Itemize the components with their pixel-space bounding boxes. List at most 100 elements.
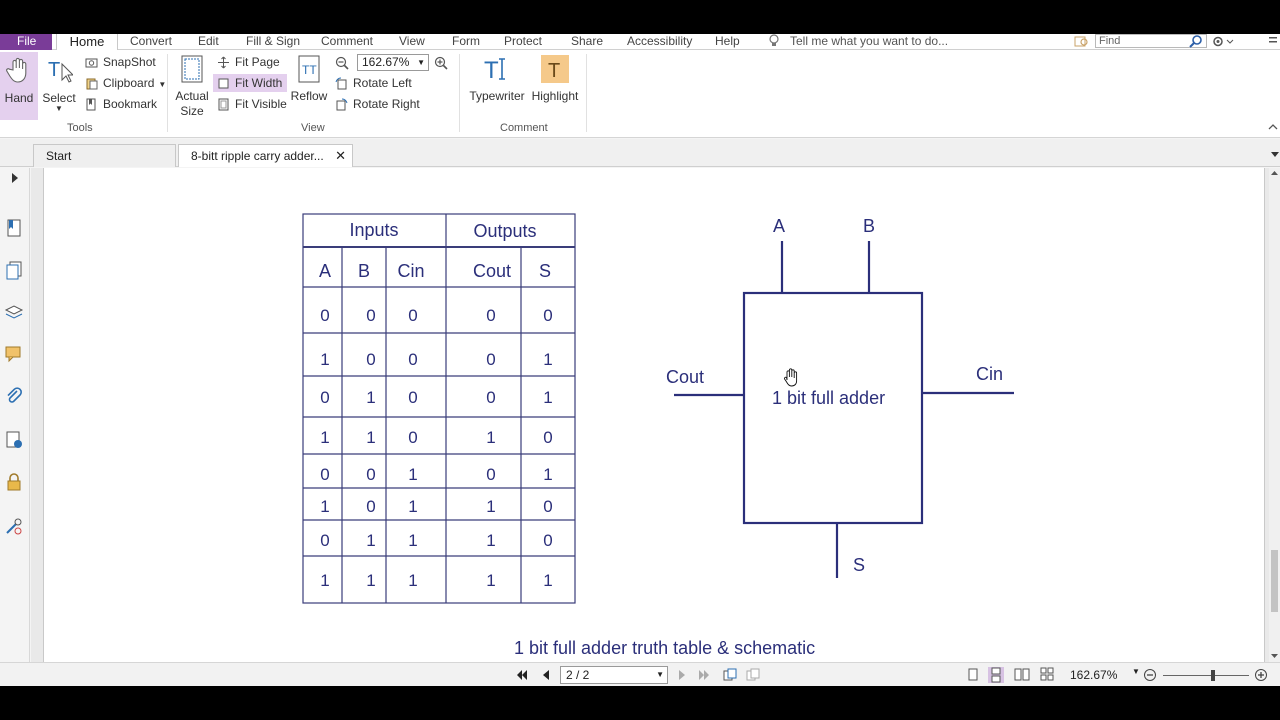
fit-visible-icon bbox=[218, 98, 229, 111]
table-cell: 0 bbox=[408, 306, 417, 325]
expand-panel-icon[interactable] bbox=[10, 172, 20, 184]
menu-accessibility[interactable]: Accessibility bbox=[627, 34, 692, 48]
document-view[interactable]: Inputs Outputs A B Cin Cout S 0 0 0 0 0 1 0 0 0 1… bbox=[31, 168, 1269, 662]
single-page-view-icon[interactable] bbox=[967, 668, 979, 681]
menu-comment[interactable]: Comment bbox=[321, 34, 373, 48]
attachments-panel-icon[interactable] bbox=[4, 386, 24, 406]
tab-start[interactable]: Start bbox=[33, 144, 176, 167]
pages-panel-icon[interactable] bbox=[4, 260, 24, 280]
find-options-icon[interactable] bbox=[1074, 35, 1090, 48]
table-cell: 1 bbox=[543, 571, 552, 590]
menu-form[interactable]: Form bbox=[452, 34, 480, 48]
continuous-facing-view-icon[interactable] bbox=[1040, 667, 1054, 681]
truth-table-body: 0 0 0 0 0 1 0 0 0 1 0 1 0 0 1 1 1 0 1 0 0 0 1 0 1 1 0 1 1 0 0 1 1 1 0 1 1 1 1 1 bbox=[320, 306, 552, 590]
zoom-slider-thumb[interactable] bbox=[1211, 670, 1215, 681]
column-header-b: B bbox=[358, 261, 370, 281]
status-zoom-dropdown-arrow[interactable]: ▼ bbox=[1132, 667, 1140, 676]
menu-edit[interactable]: Edit bbox=[198, 34, 219, 48]
menu-fill-sign[interactable]: Fill & Sign bbox=[246, 34, 300, 48]
next-view-icon[interactable] bbox=[746, 668, 760, 682]
adder-block bbox=[742, 291, 924, 525]
clipboard-button[interactable]: Clipboard ▼ bbox=[85, 74, 166, 92]
menu-share[interactable]: Share bbox=[571, 34, 603, 48]
table-cell: 0 bbox=[320, 306, 329, 325]
continuous-page-view-icon[interactable] bbox=[988, 667, 1004, 683]
layers-panel-icon[interactable] bbox=[4, 302, 24, 322]
label-cin: Cin bbox=[976, 364, 1003, 384]
inputs-header: Inputs bbox=[349, 220, 398, 240]
facing-page-view-icon[interactable] bbox=[1014, 668, 1030, 681]
scrollbar-thumb[interactable] bbox=[1271, 550, 1278, 612]
table-cell: 1 bbox=[320, 350, 329, 369]
navigation-panel bbox=[0, 168, 30, 662]
table-cell: 1 bbox=[366, 428, 375, 447]
zoom-in-icon[interactable] bbox=[1254, 668, 1268, 682]
reflow-button[interactable]: TT Reflow bbox=[289, 52, 329, 118]
fit-width-button[interactable]: Fit Width bbox=[213, 74, 287, 92]
next-page-icon[interactable] bbox=[676, 669, 688, 681]
menu-help[interactable]: Help bbox=[715, 34, 740, 48]
previous-view-icon[interactable] bbox=[723, 668, 737, 682]
adder-block-label: 1 bit full adder bbox=[772, 388, 885, 408]
zoom-in-icon[interactable] bbox=[434, 56, 448, 70]
rotate-right-button[interactable]: Rotate Right bbox=[335, 95, 420, 113]
search-icon[interactable] bbox=[1189, 35, 1203, 48]
tab-list-arrow-icon[interactable] bbox=[1270, 151, 1280, 159]
first-page-icon[interactable] bbox=[516, 669, 528, 681]
menu-view[interactable]: View bbox=[399, 34, 425, 48]
close-tab-icon[interactable]: ✕ bbox=[335, 145, 346, 167]
actual-size-button[interactable]: Actual Size bbox=[172, 52, 212, 118]
previous-page-icon[interactable] bbox=[540, 669, 552, 681]
zoom-out-icon[interactable] bbox=[335, 56, 349, 70]
zoom-select[interactable]: 162.67% ▼ bbox=[357, 54, 429, 71]
bookmark-button[interactable]: Bookmark bbox=[85, 95, 157, 113]
security-panel-icon[interactable] bbox=[4, 472, 24, 492]
hand-tool-button[interactable]: Hand bbox=[0, 52, 38, 120]
collapse-ribbon-icon[interactable] bbox=[1268, 122, 1278, 132]
menu-convert[interactable]: Convert bbox=[130, 34, 172, 48]
accessibility-panel-icon[interactable] bbox=[4, 516, 24, 536]
fit-page-button[interactable]: Fit Page bbox=[217, 53, 280, 71]
table-cell: 0 bbox=[366, 350, 375, 369]
highlight-button[interactable]: T Highlight bbox=[531, 52, 579, 118]
page-number-input[interactable]: 2 / 2 ▼ bbox=[560, 666, 668, 684]
figure-caption: 1 bit full adder truth table & schematic bbox=[514, 638, 815, 658]
tab-document[interactable]: 8-bitt ripple carry adder... ✕ bbox=[178, 144, 353, 167]
hand-label: Hand bbox=[4, 91, 34, 105]
scroll-up-icon[interactable] bbox=[1270, 169, 1279, 177]
table-cell: 1 bbox=[408, 531, 417, 550]
comments-panel-icon[interactable] bbox=[4, 344, 24, 364]
rotate-left-label: Rotate Left bbox=[353, 76, 412, 90]
menu-file[interactable]: File bbox=[0, 34, 52, 50]
vertical-scrollbar[interactable] bbox=[1269, 168, 1280, 662]
fit-page-label: Fit Page bbox=[235, 55, 280, 69]
ribbon-collapse-icon[interactable] bbox=[1268, 35, 1280, 48]
tools-group-label: Tools bbox=[67, 122, 93, 134]
last-page-icon[interactable] bbox=[698, 669, 710, 681]
table-cell: 1 bbox=[366, 388, 375, 407]
hand-icon bbox=[6, 57, 27, 83]
rotate-left-button[interactable]: Rotate Left bbox=[335, 74, 412, 92]
bookmarks-panel-icon[interactable] bbox=[4, 218, 24, 238]
table-cell: 1 bbox=[486, 531, 495, 550]
snapshot-button[interactable]: SnapShot bbox=[85, 53, 156, 71]
clipboard-label: Clipboard bbox=[103, 76, 155, 90]
signatures-panel-icon[interactable] bbox=[4, 430, 24, 450]
fit-visible-button[interactable]: Fit Visible bbox=[217, 95, 287, 113]
table-cell: 1 bbox=[366, 531, 375, 550]
menu-protect[interactable]: Protect bbox=[504, 34, 542, 48]
page-dropdown-arrow: ▼ bbox=[656, 670, 664, 679]
scroll-down-icon[interactable] bbox=[1270, 652, 1279, 660]
zoom-out-icon[interactable] bbox=[1143, 668, 1157, 682]
fit-page-icon bbox=[218, 56, 229, 69]
zoom-slider-track[interactable] bbox=[1163, 675, 1249, 676]
status-zoom-value[interactable]: 162.67% bbox=[1070, 667, 1117, 683]
menu-home[interactable]: Home bbox=[56, 34, 118, 51]
bookmark-label: Bookmark bbox=[103, 97, 158, 111]
typewriter-button[interactable]: T Typewriter bbox=[467, 52, 527, 118]
column-header-s: S bbox=[539, 261, 551, 281]
tell-me-search[interactable]: Tell me what you want to do... bbox=[790, 34, 948, 48]
settings-icon[interactable] bbox=[1212, 35, 1236, 48]
table-cell: 0 bbox=[320, 388, 329, 407]
select-tool-button[interactable]: T Select ▼ bbox=[40, 52, 78, 118]
